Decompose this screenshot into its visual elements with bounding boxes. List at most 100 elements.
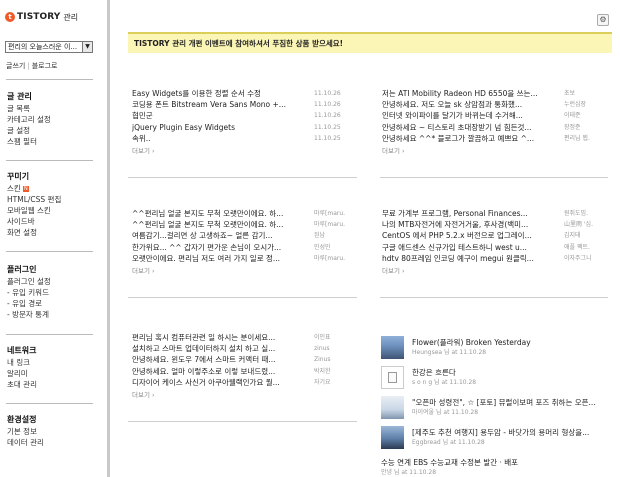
list-item[interactable]: ^^편리님 얼굴 본지도 무척 오랫만이에요. 하... 마루[maru. [132, 219, 352, 230]
list-item[interactable]: 안녕하세요. 윈도우 7에서 스마트 커맥터 때... Zinus [132, 354, 352, 365]
list-item[interactable]: 인터넷 와이파이를 달기가 바뀌는데 수거해... 이태준 [382, 110, 610, 121]
go-to-blog-link[interactable]: 블로그로 [32, 62, 58, 70]
more-link[interactable]: 더보기 › [132, 145, 352, 157]
list-item[interactable]: 나의 MTB자전거에 자전거거울, 후사경(백미... 山里雨 '심. [382, 219, 610, 230]
guestbook-text: 오랫만이에요. 편리님 저도 여러 가지 일로 정... [132, 253, 281, 263]
sidebar-item-html-css[interactable]: HTML/CSS 편집 [7, 194, 61, 205]
post-thumbnail [381, 366, 404, 389]
sidebar-item-post-list[interactable]: 글 목록 [7, 103, 51, 114]
divider [6, 334, 93, 335]
sidebar-item-data-management[interactable]: 데이터 관리 [7, 437, 44, 448]
list-item[interactable]: CentOS 에서 PHP 5.2.x 버전으로 업그레이... 김지태 [382, 230, 610, 241]
sidebar-item-label: 스킨 [7, 184, 21, 193]
sidebar-group-title[interactable]: 환경설정 [7, 414, 44, 426]
list-item[interactable]: 편리님 혹시 컴퓨터관련 일 하시는 분이세요... 이인표 [132, 332, 352, 343]
list-item[interactable]: jQuery Plugin Easy Widgets 11.10.25 [132, 122, 352, 133]
sidebar-item-inflow-keywords[interactable]: - 유입 키워드 [7, 287, 51, 298]
sidebar-group-title[interactable]: 꾸미기 [7, 171, 61, 183]
list-item[interactable]: 속위.. 11.10.25 [132, 133, 352, 144]
list-item[interactable]: Flower(플라워) Broken Yesterday Heungsea 님 … [381, 334, 611, 364]
neighbor-post-title[interactable]: Flower(플라워) Broken Yesterday [412, 338, 611, 348]
list-item[interactable]: 안녕하세요. 저도 오늘 sk 상암점과 통화했... 누런심장 [382, 99, 610, 110]
sidebar-group-title[interactable]: 글 관리 [7, 91, 51, 103]
sidebar-item-category-settings[interactable]: 카테고리 설정 [7, 114, 51, 125]
sidebar-item-inflow-path[interactable]: - 유입 경로 [7, 298, 51, 309]
neighbor-post-title[interactable]: [제주도 추천 여행지] 용두암 - 바닷가의 용머리 형상을... [412, 428, 611, 438]
sidebar-item-invitations[interactable]: 초대 관리 [7, 379, 37, 390]
notice-author: 이인표 [314, 334, 331, 341]
neighbor-post-title[interactable]: "오픈마 성령전", ☆ [포토] 뮤럴이보며 포즈 취하는 오픈... [412, 398, 611, 408]
trackback-source: 이자주그니 [564, 254, 592, 262]
gear-icon[interactable]: ⚙ [597, 14, 609, 26]
neighbor-post-meta: 마이여울 님 at 11.10.28 [412, 409, 479, 416]
list-item[interactable]: 한가위요... ^^ 갑자기 편가운 손님이 오시가... 민성민 [132, 242, 352, 253]
sidebar-item-spam-filter[interactable]: 스팸 필터 [7, 136, 51, 147]
sidebar-item-sidebar[interactable]: 사이드바 [7, 216, 61, 227]
list-item[interactable]: 코딩용 폰트 Bitstream Vera Sans Mono +... 11.1… [132, 99, 352, 110]
list-item[interactable]: 협민군 11.10.26 [132, 110, 352, 121]
more-link[interactable]: 더보기 › [132, 389, 352, 401]
guestbook-author: 마루[maru. [314, 221, 346, 229]
post-title: 코딩용 폰트 Bitstream Vera Sans Mono +... [132, 100, 286, 110]
post-thumbnail [381, 396, 404, 419]
list-item[interactable]: 저는 ATI Mobility Radeon HD 6550을 쓰는... 초보 [382, 88, 610, 99]
trackback-source: 원쥐도밈. [564, 210, 588, 217]
list-item[interactable]: 디자이어 케이스 사신거 아쿠아웰랙인가요 뭘... 자기요 [132, 377, 352, 388]
blog-select[interactable]: 편리의 오늘스러운 이... ▼ [5, 41, 93, 53]
sidebar-item-screen-settings[interactable]: 화면 설정 [7, 227, 61, 238]
notice-text: 안녕하세요. 얼마 이렇주소로 이렇 보내드렸... [132, 366, 276, 376]
neighbor-post-title[interactable]: 수능 연계 EBS 수능교재 수정본 발간 · 배포 [381, 458, 611, 468]
list-item[interactable]: 수능 연계 EBS 수능교재 수정본 발간 · 배포 안녕 님 at 11.10… [381, 454, 611, 477]
neighbor-post-title[interactable]: 한강은 흐른다 [412, 368, 611, 378]
list-item[interactable]: Easy Widgets를 이용한 정렬 순서 수정 11.10.26 [132, 88, 352, 99]
sidebar-item-plugin-settings[interactable]: 플러그인 설정 [7, 276, 51, 287]
post-title: 협민군 [132, 111, 153, 121]
event-banner-text: TISTORY 관리 개편 이벤트에 참여하셔서 푸짐한 상품 받으세요! [134, 39, 344, 48]
list-item[interactable]: 오랫만이에요. 편리님 저도 여러 가지 일로 정... 마루[maru. [132, 253, 352, 264]
write-post-link[interactable]: 글쓰기 [6, 62, 25, 70]
list-item[interactable]: 구글 애드센스 신규가입 테스트하니 west u... 애플 팩트. [382, 242, 610, 253]
list-item[interactable]: 한강은 흐른다 s o n g 님 at 11.10.28 [381, 364, 611, 394]
list-item[interactable]: 안녕하세요 ~ 티스토리 초대장받기 넘 힘든것... 장정준 [382, 122, 610, 133]
neighbor-post-meta: Heungsea 님 at 11.10.28 [412, 349, 487, 356]
notice-author: zinus [314, 345, 330, 353]
more-link[interactable]: 더보기 › [382, 145, 610, 157]
document-icon [388, 372, 397, 383]
list-item[interactable]: 설치하고 스마트 업데이터하지 설치 하고 실... zinus [132, 343, 352, 354]
neighbor-post-meta: s o n g 님 at 11.10.28 [412, 379, 477, 386]
list-item[interactable]: hdtv 80프레임 인코딩 예구이 megui 원클릭... 이자주그니 [382, 253, 610, 264]
sidebar-group-title[interactable]: 플러그인 [7, 264, 51, 276]
list-item[interactable]: 안녕하세요. 얼마 이렇주소로 이렇 보내드렸... 박지한 [132, 366, 352, 377]
divider [128, 297, 357, 298]
sidebar-item-basic-info[interactable]: 기본 정보 [7, 426, 44, 437]
sidebar-item-post-settings[interactable]: 글 설정 [7, 125, 51, 136]
sidebar-item-visitor-stats[interactable]: - 방문자 통계 [7, 309, 51, 320]
sidebar-item-my-links[interactable]: 내 링크 [7, 357, 37, 368]
more-link[interactable]: 더보기 › [132, 265, 352, 277]
guestbook-text: ^^편리님 얼굴 본지도 무척 오랫만이에요. 하... [132, 209, 284, 218]
list-item-text: 수능 연계 EBS 수능교재 수정본 발간 · 배포 안녕 님 at 11.10… [381, 458, 611, 477]
comment-text: 안녕하세요 ~ 티스토리 초대장받기 넘 힘든것... [382, 122, 532, 132]
trackback-title: hdtv 80프레임 인코딩 예구이 megui 원클릭... [382, 253, 534, 263]
divider [380, 177, 608, 178]
list-item[interactable]: "오픈마 성령전", ☆ [포토] 뮤럴이보며 포즈 취하는 오픈... 마이여… [381, 394, 611, 424]
event-banner[interactable]: TISTORY 관리 개편 이벤트에 참여하셔서 푸짐한 상품 받으세요! [128, 32, 612, 53]
neighbor-post-meta: 안녕 님 at 11.10.28 [381, 469, 437, 476]
sidebar-item-notifications[interactable]: 알리미 [7, 368, 37, 379]
list-item[interactable]: ^^편리님 얼굴 본지도 무척 오랫만이에요. 하... 마루[maru. [132, 208, 352, 219]
comment-author: 초보 [564, 90, 576, 97]
comment-author: 편리님 뵙. [564, 134, 590, 142]
sidebar-item-skin[interactable]: 스킨 N [7, 183, 61, 194]
neighbor-post-meta: Eggbread 님 at 11.10.28 [412, 439, 485, 446]
list-item[interactable]: 여름감기...걸리면 상 고생하죠~ 얼른 감기... 된남 [132, 230, 352, 241]
sidebar-item-mobile-skin[interactable]: 모바일웹 스킨 [7, 205, 61, 216]
sidebar-group-title[interactable]: 네트워크 [7, 345, 37, 357]
tistory-logo[interactable]: t TISTORY 관리 [5, 11, 78, 23]
sidebar-group-plugins: 플러그인 플러그인 설정 - 유입 키워드 - 유입 경로 - 방문자 통계 [7, 264, 51, 320]
list-item[interactable]: 무료 가계부 프로그램, Personal Finances... 원쥐도밈. [382, 208, 610, 219]
more-link[interactable]: 더보기 › [382, 265, 610, 277]
blog-select-value: 편리의 오늘스러운 이... [8, 43, 78, 51]
list-item[interactable]: [제주도 추천 여행지] 용두암 - 바닷가의 용머리 형상을... Eggbr… [381, 424, 611, 454]
list-item[interactable]: 안녕하세요 ^^* 블로그가 깔끔하고 예쁘요 ^... 편리님 뵙. [382, 133, 610, 144]
list-item-text: Flower(플라워) Broken Yesterday Heungsea 님 … [412, 338, 611, 357]
